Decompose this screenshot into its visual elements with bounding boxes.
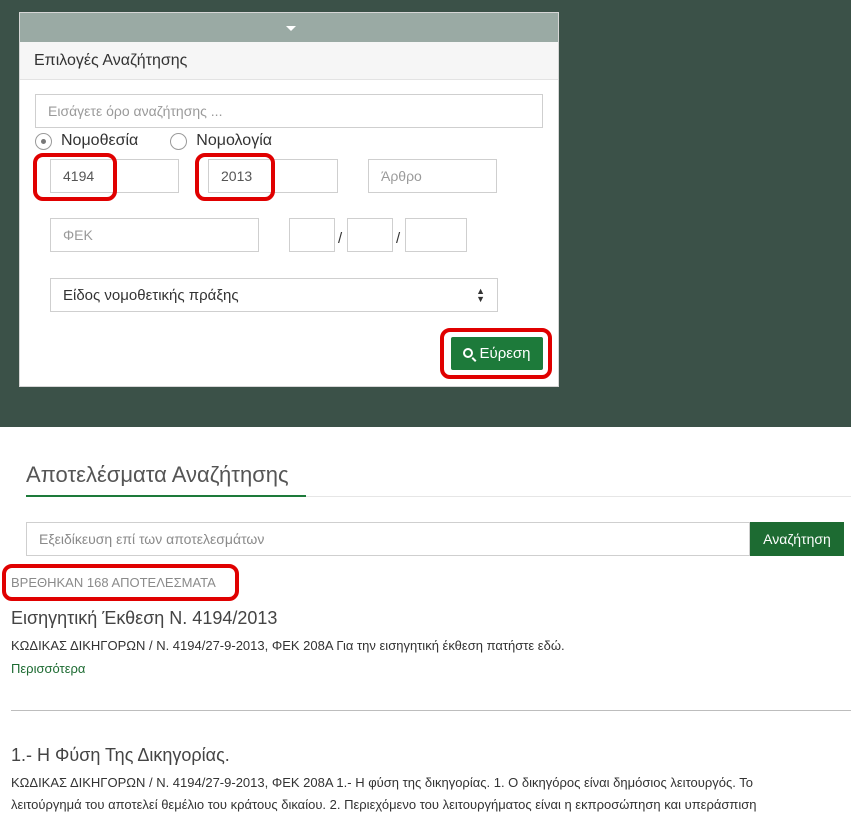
- title-underline: [26, 495, 306, 497]
- radio-legislation-label[interactable]: Νομοθεσία: [61, 132, 138, 150]
- refine-search-button[interactable]: Αναζήτηση: [750, 522, 844, 556]
- refine-input[interactable]: Εξειδίκευση επί των αποτελεσμάτων: [26, 522, 750, 556]
- article-input[interactable]: Άρθρο: [368, 159, 497, 193]
- result-title[interactable]: Εισηγητική Έκθεση Ν. 4194/2013: [11, 608, 277, 629]
- divider: [306, 496, 851, 497]
- date-year-input[interactable]: [405, 218, 467, 252]
- result-title[interactable]: 1.- Η Φύση Της Δικηγορίας.: [11, 745, 230, 766]
- radio-case-law-label[interactable]: Νομολογία: [196, 132, 272, 150]
- more-link[interactable]: Περισσότερα: [11, 661, 85, 676]
- radio-legislation[interactable]: [35, 132, 52, 150]
- result-snippet: ΚΩΔΙΚΑΣ ΔΙΚΗΓΟΡΩΝ / Ν. 4194/27-9-2013, Φ…: [11, 638, 565, 653]
- date-month-input[interactable]: [347, 218, 393, 252]
- panel-collapse-bar[interactable]: [20, 13, 558, 42]
- date-separator: /: [396, 230, 401, 247]
- find-button[interactable]: Εύρεση: [451, 337, 543, 370]
- search-type-radios: Νομοθεσία Νομολογία: [35, 132, 272, 150]
- sort-arrows-icon: ▲ ▼: [476, 286, 485, 304]
- date-day-input[interactable]: [289, 218, 335, 252]
- year-input[interactable]: 2013: [208, 159, 338, 193]
- act-type-value: Είδος νομοθετικής πράξης: [63, 286, 239, 304]
- search-options-panel: Επιλογές Αναζήτησης Εισάγετε όρο αναζήτη…: [19, 12, 559, 387]
- law-number-input[interactable]: 4194: [50, 159, 179, 193]
- panel-title: Επιλογές Αναζήτησης: [20, 42, 558, 80]
- search-term-input[interactable]: Εισάγετε όρο αναζήτησης ...: [35, 94, 543, 128]
- find-button-label: Εύρεση: [479, 345, 531, 362]
- act-type-select[interactable]: Είδος νομοθετικής πράξης ▲ ▼: [50, 278, 498, 312]
- radio-case-law[interactable]: [170, 132, 188, 150]
- search-icon: [463, 347, 474, 358]
- fek-input[interactable]: ΦΕΚ: [50, 218, 259, 252]
- result-separator: [11, 710, 851, 711]
- date-separator: /: [338, 230, 343, 247]
- result-snippet: λειτούργημά του αποτελεί θεμέλιο του κρά…: [11, 797, 757, 812]
- results-count: ΒΡΕΘΗΚΑΝ 168 ΑΠΟΤΕΛΕΣΜΑΤΑ: [11, 575, 216, 590]
- caret-down-icon[interactable]: [286, 26, 296, 31]
- results-title: Αποτελέσματα Αναζήτησης: [26, 462, 289, 487]
- result-snippet: ΚΩΔΙΚΑΣ ΔΙΚΗΓΟΡΩΝ / Ν. 4194/27-9-2013, Φ…: [11, 775, 753, 790]
